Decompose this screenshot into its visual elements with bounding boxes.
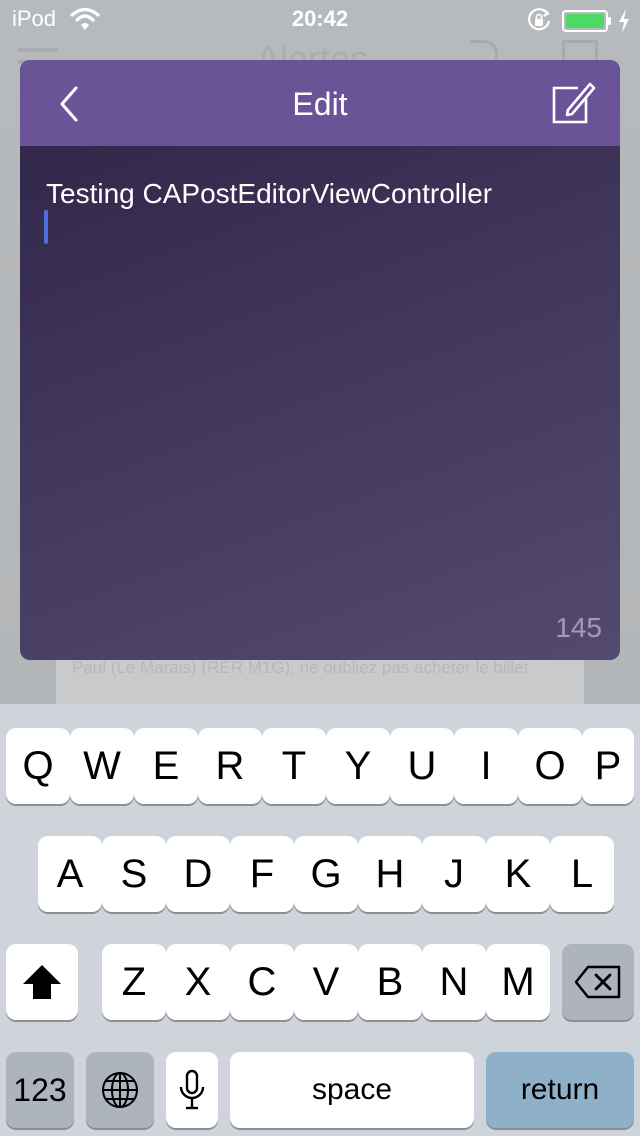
key-s[interactable]: S: [102, 836, 166, 912]
key-z[interactable]: Z: [102, 944, 166, 1020]
key-label: T: [281, 743, 307, 788]
key-m[interactable]: M: [486, 944, 550, 1020]
key-label: J: [444, 851, 464, 896]
key-label: M: [501, 959, 535, 1004]
key-h[interactable]: H: [358, 836, 422, 912]
key-label: P: [594, 743, 622, 788]
key-b[interactable]: B: [358, 944, 422, 1020]
key-o[interactable]: O: [518, 728, 582, 804]
key-label: F: [249, 851, 275, 896]
key-label: C: [247, 959, 277, 1004]
status-bar: iPod 20:42: [0, 0, 640, 40]
modal-title: Edit: [292, 86, 348, 122]
rotation-lock-icon: [528, 8, 551, 31]
key-v[interactable]: V: [294, 944, 358, 1020]
keyboard: Q W E R T Y U I O P A S D F G H J K L Z …: [0, 704, 640, 1136]
globe-key[interactable]: [86, 1052, 154, 1128]
return-key-label: return: [520, 1073, 600, 1106]
key-label: Q: [22, 743, 54, 788]
post-editor-text[interactable]: Testing CAPostEditorViewController: [46, 178, 596, 210]
key-r[interactable]: R: [198, 728, 262, 804]
key-u[interactable]: U: [390, 728, 454, 804]
key-label: Z: [121, 959, 147, 1004]
key-k[interactable]: K: [486, 836, 550, 912]
compose-icon: [562, 40, 598, 62]
key-label: H: [375, 851, 405, 896]
key-e[interactable]: E: [134, 728, 198, 804]
numbers-key-label: 123: [13, 1071, 67, 1108]
key-g[interactable]: G: [294, 836, 358, 912]
background-notice-text: Paul (Le Marais) (RER M1G), ne oubliez p…: [72, 658, 529, 677]
character-count: 145: [555, 612, 602, 643]
modal-header: Edit: [20, 60, 620, 146]
charging-icon: [619, 9, 629, 33]
key-label: U: [407, 743, 437, 788]
key-label: I: [480, 743, 492, 788]
key-n[interactable]: N: [422, 944, 486, 1020]
battery-icon: [562, 10, 611, 32]
key-a[interactable]: A: [38, 836, 102, 912]
globe-icon: [102, 1072, 138, 1108]
key-label: N: [439, 959, 469, 1004]
key-label: K: [504, 851, 532, 896]
backspace-icon: [574, 965, 621, 999]
compose-button[interactable]: [548, 80, 596, 128]
key-q[interactable]: Q: [6, 728, 70, 804]
dictation-key[interactable]: [166, 1052, 218, 1128]
key-label: D: [183, 851, 213, 896]
key-label: Y: [344, 743, 372, 788]
key-y[interactable]: Y: [326, 728, 390, 804]
key-f[interactable]: F: [230, 836, 294, 912]
space-key[interactable]: space: [230, 1052, 474, 1128]
edit-modal: Edit Testing CAPostEditorViewController …: [20, 60, 620, 660]
key-label: A: [56, 851, 84, 896]
key-label: E: [152, 743, 180, 788]
key-w[interactable]: W: [70, 728, 134, 804]
key-label: V: [312, 959, 340, 1004]
key-t[interactable]: T: [262, 728, 326, 804]
key-i[interactable]: I: [454, 728, 518, 804]
key-label: S: [120, 851, 148, 896]
key-x[interactable]: X: [166, 944, 230, 1020]
key-label: G: [310, 851, 342, 896]
text-cursor: [44, 210, 48, 244]
numbers-key[interactable]: 123: [6, 1052, 74, 1128]
shift-key[interactable]: [6, 944, 78, 1020]
shift-icon: [23, 965, 61, 999]
space-key-label: space: [311, 1073, 393, 1106]
key-label: R: [215, 743, 245, 788]
key-l[interactable]: L: [550, 836, 614, 912]
key-j[interactable]: J: [422, 836, 486, 912]
return-key[interactable]: return: [486, 1052, 634, 1128]
key-label: O: [534, 743, 566, 788]
key-c[interactable]: C: [230, 944, 294, 1020]
key-label: B: [376, 959, 404, 1004]
key-d[interactable]: D: [166, 836, 230, 912]
key-label: L: [570, 851, 594, 896]
microphone-icon: [179, 1069, 205, 1110]
menu-icon: [18, 48, 58, 52]
key-label: W: [83, 743, 121, 788]
delete-key[interactable]: [562, 944, 634, 1020]
key-p[interactable]: P: [582, 728, 634, 804]
key-label: X: [184, 959, 212, 1004]
